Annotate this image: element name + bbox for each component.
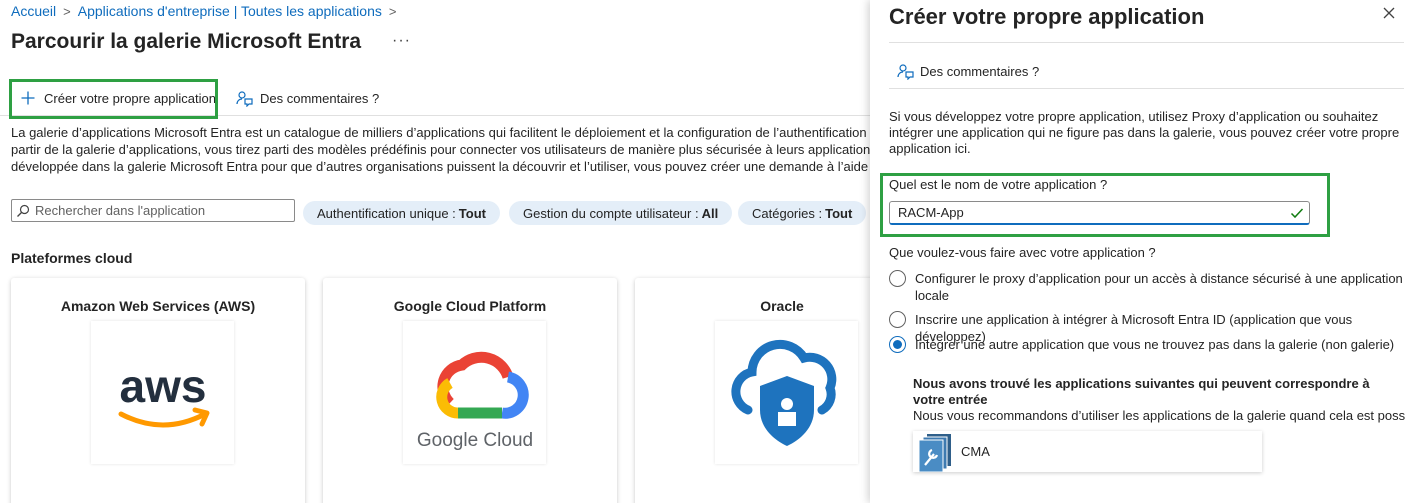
create-app-panel: Créer votre propre application Des comme… [870,0,1405,503]
breadcrumb-separator: > [388,3,397,19]
radio-button[interactable] [889,311,906,328]
google-cloud-logo-text: Google Cloud [416,430,532,451]
description-line: La galerie d’applications Microsoft Entr… [11,125,870,140]
filter-user-account-pill[interactable]: Gestion du compte utilisateur : All [509,201,733,225]
radio-button-selected[interactable] [889,336,906,353]
search-input[interactable]: Rechercher dans l'application [11,199,295,222]
divider [889,42,1404,43]
filter-sso-pill[interactable]: Authentification unique : Tout [303,201,500,225]
description-line: développée dans la galerie Microsoft Ent… [11,159,870,174]
app-name-input[interactable]: RACM-App [889,201,1310,225]
panel-intro-text: Si vous développez votre propre applicat… [889,109,1400,156]
feedback-label: Des commentaires ? [260,90,380,106]
suggested-app-name: CMA [961,444,990,459]
panel-feedback-button[interactable]: Des commentaires ? [896,60,1039,82]
app-name-value: RACM-App [898,205,964,220]
page-title: Parcourir la galerie Microsoft Entra [11,30,362,53]
close-button[interactable] [1380,6,1398,24]
radio-option-app-proxy[interactable]: Configurer le proxy d’application pour u… [889,270,1405,304]
aws-logo-text: aws [119,360,206,412]
cloud-platforms-heading: Plateformes cloud [11,250,133,266]
radio-label: Configurer le proxy d’application pour u… [915,271,1403,303]
feedback-icon [896,62,914,80]
filter-label: Authentification unique : [317,205,456,221]
close-icon [1383,6,1395,24]
cloud-shield-icon [715,321,858,464]
suggested-app-card[interactable]: CMA [913,431,1262,472]
app-purpose-question: Que voulez-vous faire avec votre applica… [889,245,1156,260]
breadcrumb-enterprise-apps-link[interactable]: Applications d'entreprise | Toutes les a… [78,3,382,19]
panel-feedback-label: Des commentaires ? [920,63,1040,79]
more-options-button[interactable]: ··· [392,32,411,50]
filter-value: Tout [458,205,486,221]
suggestions-heading: Nous avons trouvé les applications suiva… [913,376,1370,407]
search-placeholder: Rechercher dans l'application [35,203,206,218]
radio-option-non-gallery[interactable]: Intégrer une autre application que vous … [889,336,1405,353]
filter-value: All [701,205,719,221]
filter-label: Catégories : [752,205,823,221]
highlight-box-create-button [9,79,218,119]
app-card-title: Amazon Web Services (AWS) [60,298,256,314]
google-cloud-logo: Google Cloud [403,321,546,464]
panel-title: Créer votre propre application [889,4,1205,29]
suggestions-subtext: Nous vous recommandons d’utiliser les ap… [913,408,1405,423]
app-name-label: Quel est le nom de votre application ? [889,177,1108,192]
gallery-page: Accueil > Applications d'entreprise | To… [0,0,870,503]
breadcrumb-home-link[interactable]: Accueil [11,3,56,19]
radio-button[interactable] [889,270,906,287]
app-card-title: Oracle [760,298,804,314]
app-card-oracle[interactable]: Oracle [635,278,870,503]
feedback-button[interactable]: Des commentaires ? [235,80,379,116]
filter-categories-pill[interactable]: Catégories : Tout [738,201,867,225]
feedback-icon [235,89,253,107]
checkmark-icon [1289,205,1305,221]
radio-label: Intégrer une autre application que vous … [915,337,1395,352]
search-icon [16,204,30,218]
app-card-google-cloud[interactable]: Google Cloud Platform Google Cloud [323,278,617,503]
filter-value: Tout [825,205,853,221]
app-card-aws[interactable]: Amazon Web Services (AWS) aws [11,278,305,503]
app-icon [913,431,957,472]
breadcrumb: Accueil > Applications d'entreprise | To… [11,3,403,19]
app-card-title: Google Cloud Platform [393,298,547,314]
filter-label: Gestion du compte utilisateur : [523,205,699,221]
description-line: partir de la galerie d’applications, vou… [11,142,870,157]
breadcrumb-separator: > [63,3,71,19]
aws-logo: aws [91,321,234,464]
divider [889,88,1404,89]
gallery-description: La galerie d’applications Microsoft Entr… [11,124,870,175]
